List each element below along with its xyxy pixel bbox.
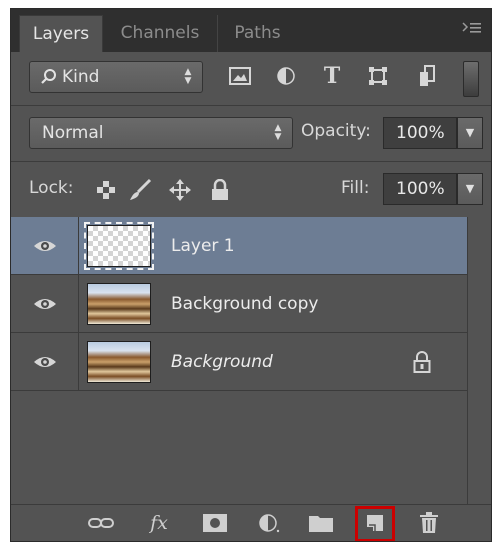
layer-row-background[interactable]: Background [11, 333, 467, 391]
filter-kind-label: Kind [62, 67, 100, 87]
layer-row-background-copy[interactable]: Background copy [11, 275, 467, 333]
fx-icon[interactable]: fx [145, 511, 173, 535]
smart-object-filter-icon[interactable] [415, 63, 441, 89]
shape-filter-icon[interactable] [365, 63, 391, 89]
fill-dropdown-icon[interactable]: ▼ [457, 173, 483, 205]
lock-all-icon[interactable] [207, 177, 233, 203]
panel-menu-icon[interactable] [461, 21, 483, 37]
opacity-dropdown-icon[interactable]: ▼ [457, 117, 483, 149]
opacity-input[interactable]: 100% [383, 117, 457, 149]
layer-locked-icon[interactable] [411, 350, 433, 374]
layer-thumbnail[interactable] [84, 222, 154, 270]
divider [11, 161, 491, 162]
search-icon [40, 68, 58, 91]
fill-label: Fill: [341, 178, 370, 198]
lock-transparent-pixels-icon[interactable] [93, 177, 119, 203]
divider [11, 105, 491, 106]
fill-input[interactable]: 100% [383, 173, 457, 205]
updown-arrows-icon: ▲ ▼ [274, 123, 282, 142]
layers-bottom-toolbar: fx [11, 504, 491, 541]
panel-tab-bar: Layers Channels Paths [11, 9, 491, 52]
visibility-eye-icon[interactable] [11, 217, 79, 274]
lock-position-icon[interactable] [167, 177, 193, 203]
opacity-label: Opacity: [301, 121, 371, 141]
layer-name[interactable]: Background [171, 333, 273, 391]
layer-row-layer-1[interactable]: Layer 1 [11, 217, 467, 275]
layer-thumbnail[interactable] [87, 283, 151, 325]
adjustment-filter-icon[interactable] [273, 63, 299, 89]
filter-kind-dropdown[interactable]: Kind ▲ ▼ [29, 61, 203, 93]
tab-layers[interactable]: Layers [19, 15, 103, 52]
layer-name[interactable]: Background copy [171, 275, 318, 333]
new-group-icon[interactable] [307, 511, 335, 535]
type-filter-icon[interactable]: T [319, 63, 345, 89]
tab-channels[interactable]: Channels [105, 15, 215, 52]
blend-mode-dropdown[interactable]: Normal ▲ ▼ [29, 117, 293, 149]
adjustment-layer-icon[interactable] [255, 511, 283, 535]
add-mask-icon[interactable] [201, 511, 229, 535]
lock-label: Lock: [29, 178, 74, 198]
link-layers-icon[interactable] [87, 511, 115, 535]
blend-mode-value: Normal [42, 123, 104, 143]
layers-list: Layer 1 Background copy Background [11, 217, 491, 507]
filter-toggle-switch[interactable] [463, 61, 479, 97]
image-filter-icon[interactable] [227, 63, 253, 89]
layers-scrollbar[interactable] [467, 217, 491, 507]
new-layer-highlight [355, 506, 395, 541]
layer-name[interactable]: Layer 1 [171, 217, 235, 275]
visibility-eye-icon[interactable] [11, 275, 79, 332]
updown-arrows-icon: ▲ ▼ [184, 67, 192, 86]
visibility-eye-icon[interactable] [11, 333, 79, 390]
lock-image-pixels-icon[interactable] [127, 177, 153, 203]
delete-layer-icon[interactable] [415, 511, 443, 535]
layers-panel: Layers Channels Paths Kind ▲ ▼ T Normal … [10, 8, 492, 542]
layer-thumbnail[interactable] [87, 341, 151, 383]
tab-paths[interactable]: Paths [217, 15, 297, 52]
